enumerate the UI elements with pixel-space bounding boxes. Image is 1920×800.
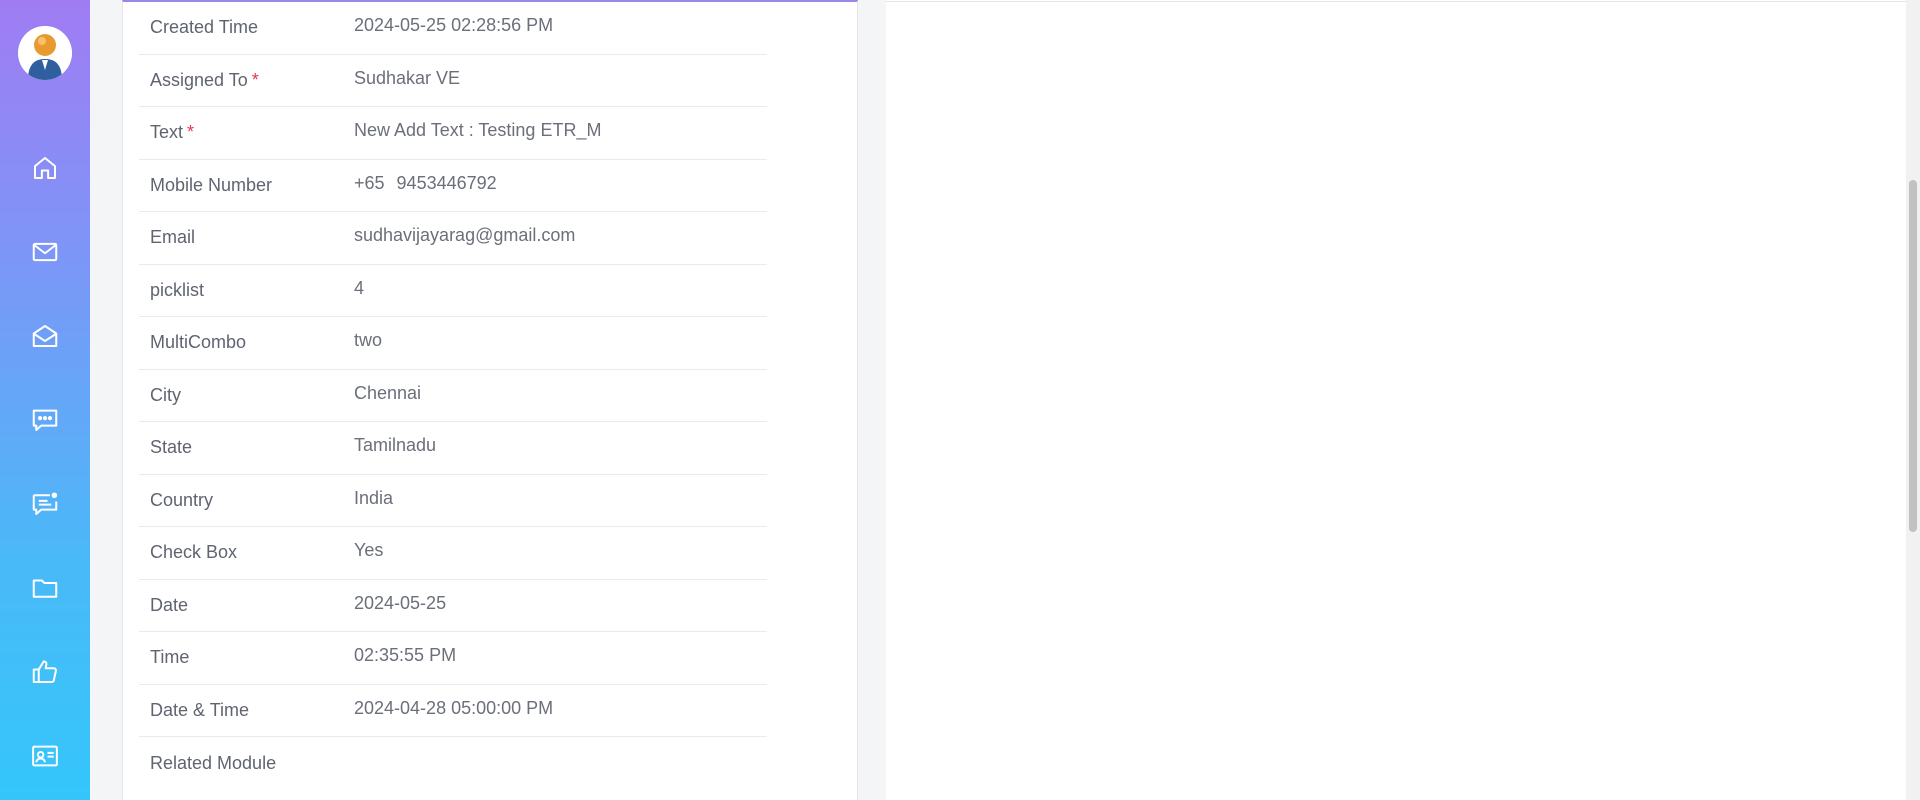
field-value: Sudhakar VE: [354, 67, 461, 88]
field-label: Check Box: [150, 542, 238, 563]
sidebar-item-home[interactable]: [25, 148, 65, 188]
field-label: Date & Time: [150, 699, 250, 720]
detail-row-text: Text * New Add Text : Testing ETR_M: [139, 107, 767, 160]
detail-row-date-time: Date & Time 2024-04-28 05:00:00 PM: [139, 685, 767, 737]
detail-row-country: Country India: [139, 475, 767, 527]
user-avatar[interactable]: [18, 26, 72, 80]
sidebar-item-notifications[interactable]: [25, 484, 65, 524]
divider: [886, 0, 1920, 2]
field-label: picklist: [150, 279, 205, 300]
field-label: Country: [150, 489, 214, 510]
detail-row-date: Date 2024-05-25: [139, 580, 767, 632]
field-value: Chennai: [354, 382, 422, 403]
field-value: India: [354, 487, 394, 508]
sidebar-item-likes[interactable]: [25, 652, 65, 692]
record-details-card: Created Time 2024-05-25 02:28:56 PM Assi…: [122, 0, 858, 800]
detail-row-time: Time 02:35:55 PM: [139, 632, 767, 685]
field-value: Tamilnadu: [354, 435, 437, 456]
field-value: 2024-05-25 02:28:56 PM: [354, 15, 554, 36]
scrollbar-thumb[interactable]: [1909, 180, 1917, 532]
field-value: 4: [354, 277, 365, 298]
field-value: +65 9453446792: [354, 173, 497, 198]
detail-row-state: State Tamilnadu: [139, 422, 767, 475]
field-value: 2024-04-28 05:00:00 PM: [354, 697, 554, 718]
chat-icon: [32, 409, 58, 431]
detail-row-mobile-number: Mobile Number +65 9453446792: [139, 160, 767, 212]
required-marker: *: [187, 122, 195, 143]
field-label: Assigned To *: [150, 69, 259, 90]
required-marker: *: [251, 69, 259, 90]
field-label: Date: [150, 594, 189, 615]
country-code: +65: [354, 172, 385, 193]
mail-icon: [32, 242, 58, 262]
sidebar: [0, 0, 90, 800]
phone-number: 9453446792: [396, 172, 497, 193]
field-value: 2024-05-25: [354, 592, 447, 613]
field-label: Mobile Number: [150, 174, 273, 195]
field-label: Created Time: [150, 17, 259, 38]
field-value: Yes: [354, 540, 384, 561]
notification-chat-icon: [32, 492, 58, 515]
detail-row-multicombo: MultiCombo two: [139, 317, 767, 370]
sidebar-item-folder[interactable]: [25, 568, 65, 608]
field-label: Email: [150, 227, 196, 248]
folder-icon: [32, 579, 58, 598]
sidebar-item-mail-open[interactable]: [25, 316, 65, 356]
field-value: New Add Text : Testing ETR_M: [354, 120, 602, 141]
thumbs-up-icon: [32, 660, 57, 683]
detail-row-created-time: Created Time 2024-05-25 02:28:56 PM: [139, 2, 767, 55]
detail-row-picklist: picklist 4: [139, 265, 767, 317]
contact-card-icon: [32, 745, 58, 767]
detail-row-email: Email sudhavijayarag@gmail.com: [139, 212, 767, 265]
sidebar-item-contacts[interactable]: [25, 736, 65, 776]
field-label: Time: [150, 647, 190, 668]
field-label: City: [150, 384, 181, 405]
field-label: State: [150, 437, 193, 458]
detail-row-related-module: Related Module: [139, 737, 767, 790]
field-label: MultiCombo: [150, 332, 247, 353]
mail-open-icon: [32, 325, 58, 347]
field-label: Text *: [150, 122, 195, 143]
sidebar-item-chat[interactable]: [25, 400, 65, 440]
field-label: Related Module: [150, 752, 277, 773]
right-panel: [886, 0, 1920, 800]
details-list: Created Time 2024-05-25 02:28:56 PM Assi…: [139, 2, 767, 790]
field-value: 02:35:55 PM: [354, 645, 457, 666]
detail-row-assigned-to: Assigned To * Sudhakar VE: [139, 55, 767, 107]
detail-row-check-box: Check Box Yes: [139, 527, 767, 580]
page-scrollbar[interactable]: [1906, 0, 1920, 800]
sidebar-item-mail[interactable]: [25, 232, 65, 272]
field-value: two: [354, 330, 383, 351]
home-icon: [34, 157, 56, 179]
user-avatar-icon: [18, 26, 72, 80]
detail-row-city: City Chennai: [139, 370, 767, 422]
field-value: sudhavijayarag@gmail.com: [354, 225, 576, 246]
main-content: Created Time 2024-05-25 02:28:56 PM Assi…: [90, 0, 1920, 800]
